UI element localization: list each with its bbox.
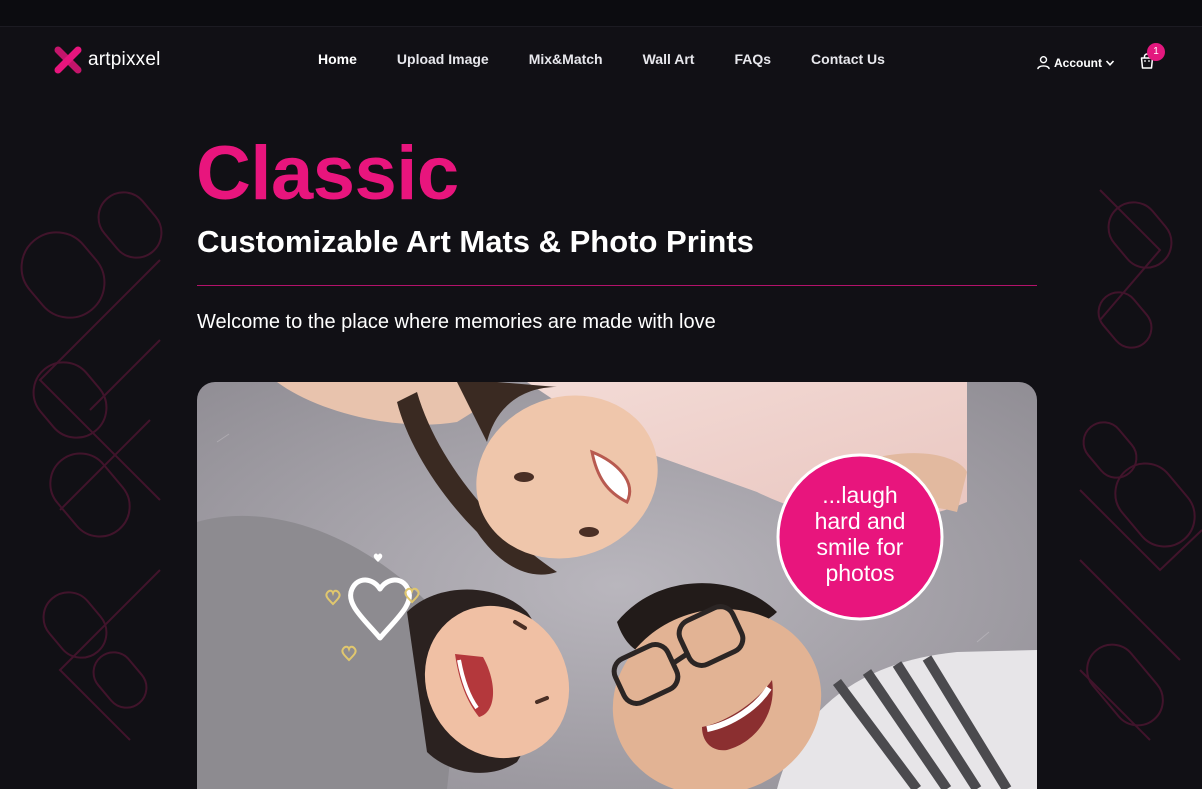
top-strip (0, 0, 1202, 27)
hero-subtitle: Customizable Art Mats & Photo Prints (197, 224, 754, 259)
hero-title: Classic (196, 131, 459, 216)
page: artpixxel Home Upload Image Mix&Match Wa… (0, 0, 1202, 789)
nav-upload-image[interactable]: Upload Image (397, 51, 489, 67)
nav-contact-us[interactable]: Contact Us (811, 51, 885, 67)
logo-x-icon (54, 46, 82, 74)
account-label: Account (1054, 55, 1102, 70)
background-pattern-right (1079, 189, 1202, 741)
bubble-line-3: smile for (817, 534, 904, 560)
logo-text: artpixxel (88, 49, 161, 70)
bubble-line-4: photos (825, 560, 894, 586)
site-header: artpixxel Home Upload Image Mix&Match Wa… (0, 28, 1202, 94)
hero-divider (197, 285, 1037, 286)
main-nav: Home Upload Image Mix&Match Wall Art FAQ… (318, 51, 885, 67)
hero-banner-image: ...laugh hard and smile for photos (197, 382, 1037, 789)
account-menu[interactable]: Account (1036, 55, 1115, 70)
hero-tagline: Welcome to the place where memories are … (197, 311, 716, 333)
nav-mix-and-match[interactable]: Mix&Match (529, 51, 603, 67)
logo[interactable]: artpixxel (52, 44, 161, 76)
cart-count-badge: 1 (1147, 43, 1165, 61)
nav-wall-art[interactable]: Wall Art (643, 51, 695, 67)
family-photo: ...laugh hard and smile for photos (197, 382, 1037, 789)
bubble-line-2: hard and (815, 508, 906, 534)
chevron-down-icon (1105, 59, 1115, 66)
background-pattern-left (20, 191, 163, 741)
user-icon (1037, 55, 1050, 70)
bubble-line-1: ...laugh (822, 482, 897, 508)
nav-home[interactable]: Home (318, 51, 357, 67)
nav-faqs[interactable]: FAQs (734, 51, 771, 67)
